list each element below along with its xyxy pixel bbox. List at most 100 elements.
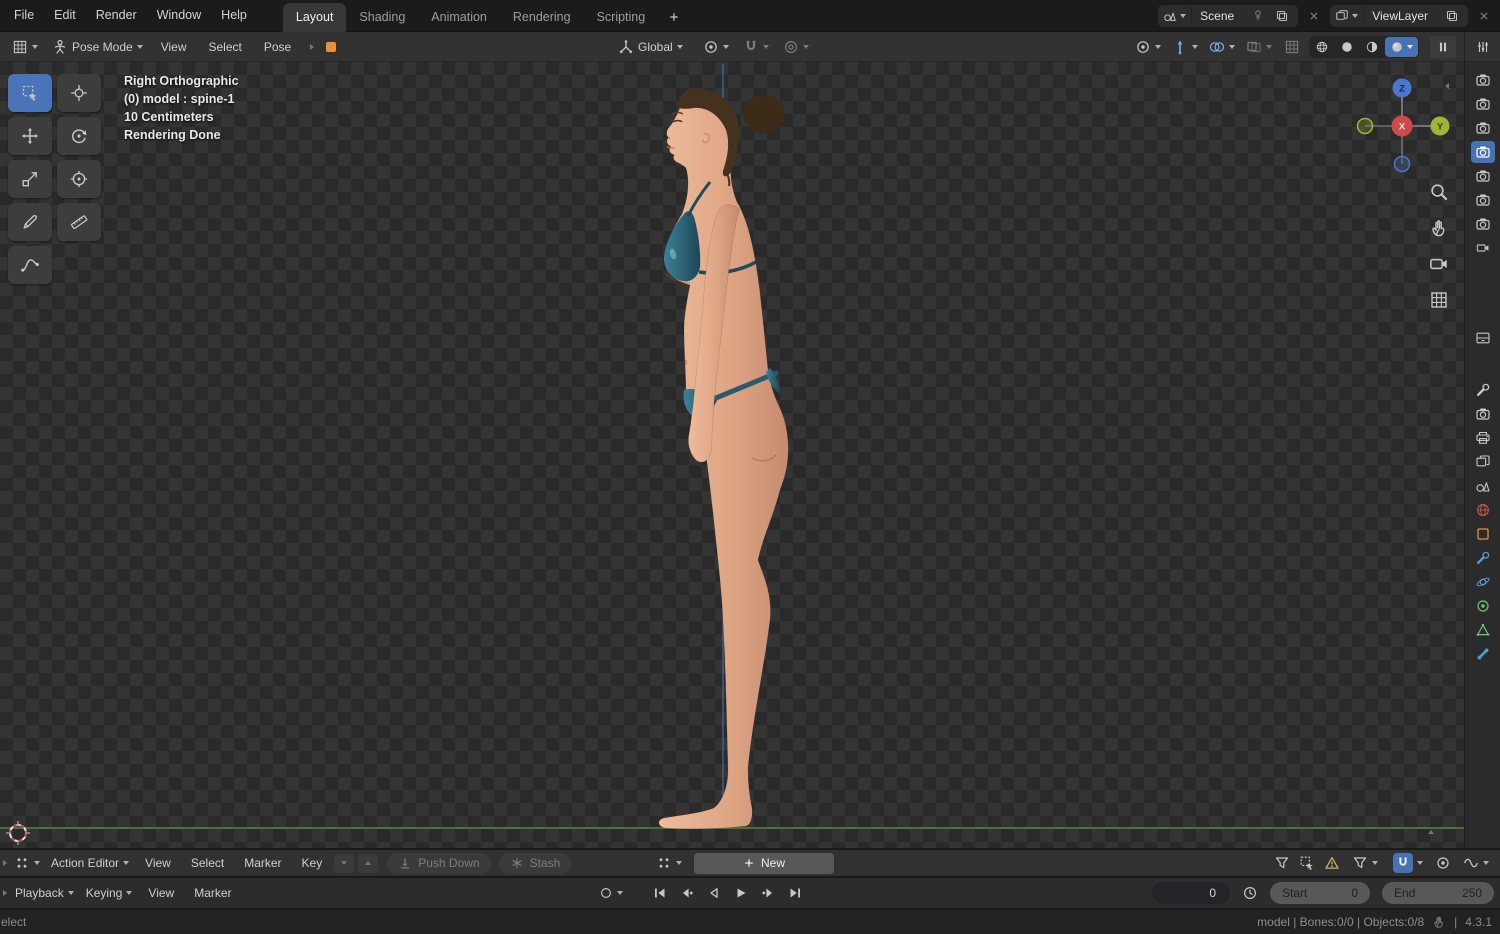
properties-tab-object[interactable] xyxy=(1471,523,1495,545)
dopesheet-mode-dropdown[interactable]: Action Editor xyxy=(46,854,134,872)
scene-browse-dropdown[interactable] xyxy=(1158,4,1193,27)
dopesheet-editor-type-dropdown[interactable] xyxy=(10,853,44,873)
add-workspace-button[interactable] xyxy=(658,3,690,32)
select-box-tool[interactable] xyxy=(8,74,52,112)
workspace-tab-animation[interactable]: Animation xyxy=(418,3,500,32)
navigation-gizmo[interactable]: Z Y X xyxy=(1352,74,1452,177)
unlink-scene-button[interactable] xyxy=(1304,6,1324,26)
camera-view-icon[interactable] xyxy=(1429,254,1449,274)
proportional-keys-icon[interactable] xyxy=(1435,855,1451,871)
proportional-edit-dropdown[interactable] xyxy=(777,36,815,58)
transform-orientation-dropdown[interactable]: Global xyxy=(612,36,689,58)
outliner-item-camera-2[interactable] xyxy=(1471,93,1495,115)
properties-tab-viewlayer[interactable] xyxy=(1471,451,1495,473)
asset-shelf-icon[interactable] xyxy=(1471,327,1495,349)
gizmo-z-neg-axis[interactable] xyxy=(1393,155,1411,173)
snap-toggle[interactable] xyxy=(737,36,775,58)
dopesheet-marker-menu[interactable]: Marker xyxy=(235,850,290,876)
annotate-tool[interactable] xyxy=(8,203,52,241)
properties-tab-output[interactable] xyxy=(1471,427,1495,449)
properties-tab-constraints[interactable] xyxy=(1471,595,1495,617)
outliner-item-camera-7[interactable] xyxy=(1471,213,1495,235)
menu-window[interactable]: Window xyxy=(147,0,211,31)
pose-breakdowner-tool[interactable] xyxy=(8,246,52,284)
selection-only-icon[interactable] xyxy=(1299,855,1315,871)
viewlayer-browse-dropdown[interactable] xyxy=(1330,4,1365,27)
move-tool[interactable] xyxy=(8,117,52,155)
stash-button[interactable]: Stash xyxy=(498,852,572,874)
menu-render[interactable]: Render xyxy=(86,0,147,31)
pose-menu[interactable]: Pose xyxy=(254,32,301,62)
character-model[interactable] xyxy=(658,88,789,830)
scene-name-field[interactable]: Scene xyxy=(1192,9,1242,23)
outliner-item-camera-1[interactable] xyxy=(1471,69,1495,91)
workspace-tab-shading[interactable]: Shading xyxy=(346,3,418,32)
pause-render-button[interactable] xyxy=(1430,36,1456,58)
view-menu[interactable]: View xyxy=(151,32,197,62)
viewlayer-name-field[interactable]: ViewLayer xyxy=(1364,9,1436,23)
region-resize-arrow-icon[interactable] xyxy=(1428,830,1434,834)
workspace-tab-layout[interactable]: Layout xyxy=(282,2,347,32)
xray-toggle[interactable] xyxy=(1243,36,1275,58)
auto-keying-toggle[interactable] xyxy=(596,884,626,902)
dopesheet-view-menu[interactable]: View xyxy=(136,850,180,876)
filter-dropdown[interactable] xyxy=(1349,853,1381,873)
new-viewlayer-button[interactable] xyxy=(1442,6,1462,26)
browse-action-dropdown[interactable] xyxy=(652,853,686,873)
pivot-point-dropdown[interactable] xyxy=(697,36,735,58)
menu-help[interactable]: Help xyxy=(211,0,257,31)
gizmo-y-neg-axis[interactable] xyxy=(1356,117,1374,135)
sidebar-collapse-arrow-icon[interactable] xyxy=(1445,83,1449,89)
outliner-item-camera-3[interactable] xyxy=(1471,117,1495,139)
jump-to-end-button[interactable] xyxy=(783,881,807,905)
properties-tab-bone[interactable] xyxy=(1471,643,1495,665)
playback-popover[interactable]: Playback xyxy=(10,884,79,902)
outliner-item-camera-6[interactable] xyxy=(1471,189,1495,211)
current-frame-field[interactable]: 0 xyxy=(1152,882,1230,904)
show-errors-icon[interactable] xyxy=(1324,855,1340,871)
properties-tab-world[interactable] xyxy=(1471,499,1495,521)
menu-edit[interactable]: Edit xyxy=(44,0,86,31)
timeline-view-menu[interactable]: View xyxy=(139,880,183,906)
menu-file[interactable]: File xyxy=(4,0,44,31)
shading-material-button[interactable] xyxy=(1360,37,1384,57)
outliner-item-camera-4[interactable] xyxy=(1470,141,1495,163)
dopesheet-select-menu[interactable]: Select xyxy=(182,850,233,876)
workspace-tab-rendering[interactable]: Rendering xyxy=(500,3,584,32)
properties-tab-physics[interactable] xyxy=(1471,571,1495,593)
transform-tool[interactable] xyxy=(57,160,101,198)
zoom-icon[interactable] xyxy=(1429,182,1449,202)
show-gizmos-toggle[interactable] xyxy=(1169,36,1201,58)
new-action-button[interactable]: New xyxy=(694,852,834,874)
properties-tab-render[interactable] xyxy=(1471,403,1495,425)
properties-tab-data[interactable] xyxy=(1471,619,1495,641)
properties-tab-scene[interactable] xyxy=(1471,475,1495,497)
viewport-canvas[interactable]: Right Orthographic (0) model : spine-1 1… xyxy=(0,62,1464,848)
editor-type-dropdown[interactable] xyxy=(6,36,44,58)
timeline-expand-arrow-icon[interactable] xyxy=(3,890,7,896)
outliner-item-camera-8[interactable] xyxy=(1471,237,1495,259)
select-menu[interactable]: Select xyxy=(199,32,252,62)
play-button[interactable] xyxy=(729,881,753,905)
play-reverse-button[interactable] xyxy=(702,881,726,905)
dopesheet-key-menu[interactable]: Key xyxy=(293,850,332,876)
jump-to-start-button[interactable] xyxy=(648,881,672,905)
scale-tool[interactable] xyxy=(8,160,52,198)
move-channel-up-button[interactable] xyxy=(358,853,379,873)
filter-channels-icon[interactable] xyxy=(1274,855,1290,871)
keying-popover[interactable]: Keying xyxy=(81,884,138,902)
shading-solid-button[interactable] xyxy=(1335,37,1359,57)
toggle-perspective-grid-icon[interactable] xyxy=(1429,290,1449,310)
use-preview-range-icon[interactable] xyxy=(1242,885,1258,901)
previous-keyframe-button[interactable] xyxy=(675,881,699,905)
cursor-tool[interactable] xyxy=(57,74,101,112)
properties-tab-modifiers[interactable] xyxy=(1471,547,1495,569)
region-expand-arrow-icon[interactable] xyxy=(3,860,7,866)
snap-keyframes-dropdown[interactable] xyxy=(1390,851,1426,875)
push-down-button[interactable]: Push Down xyxy=(387,852,491,874)
properties-editor-icon[interactable] xyxy=(1475,39,1491,55)
pin-scene-icon[interactable] xyxy=(1248,6,1268,26)
keyframe-interpolation-dropdown[interactable] xyxy=(1460,853,1492,873)
mode-dropdown[interactable]: Pose Mode xyxy=(46,36,149,58)
rotate-tool[interactable] xyxy=(57,117,101,155)
